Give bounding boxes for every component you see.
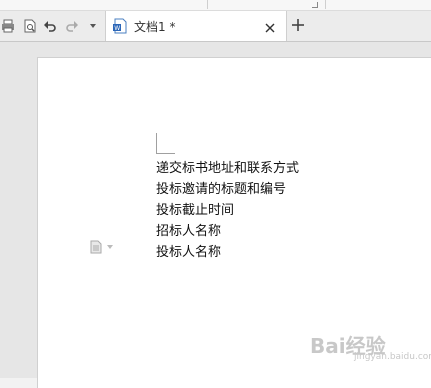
watermark-sub: jingyan.baidu.com (354, 352, 431, 362)
document-line[interactable]: 递交标书地址和联系方式 (156, 157, 299, 176)
undo-icon[interactable] (42, 17, 58, 35)
redo-icon[interactable] (64, 17, 80, 35)
print-preview-icon[interactable] (22, 17, 38, 35)
plus-icon[interactable] (290, 17, 306, 37)
print-icon[interactable] (0, 17, 16, 35)
baidu-watermark: Bai经验 jingyan.baidu.com (310, 330, 431, 364)
document-workspace: 递交标书地址和联系方式 投标邀请的标题和编号 投标截止时间 招标人名称 投标人名… (0, 42, 431, 388)
margin-marker (156, 133, 157, 154)
paragraph-options-icon[interactable] (90, 239, 116, 258)
tab-title: 文档1 * (134, 20, 176, 34)
chevron-down-icon[interactable] (86, 17, 100, 35)
svg-text:W: W (114, 25, 120, 32)
close-icon[interactable] (264, 19, 276, 38)
ribbon-edge (0, 0, 431, 11)
margin-marker (157, 153, 175, 154)
tab-bar: W 文档1 * (0, 11, 431, 42)
tab-document[interactable]: W 文档1 * (105, 11, 287, 41)
document-line[interactable]: 投标截止时间 (156, 199, 234, 218)
document-line[interactable]: 投标人名称 (156, 241, 221, 260)
writer-doc-icon: W (112, 18, 128, 38)
document-line[interactable]: 投标邀请的标题和编号 (156, 178, 286, 197)
ribbon-divider (325, 0, 326, 9)
dialog-launcher-icon[interactable] (312, 2, 318, 8)
ribbon-divider (207, 0, 208, 9)
document-line[interactable]: 招标人名称 (156, 220, 221, 239)
